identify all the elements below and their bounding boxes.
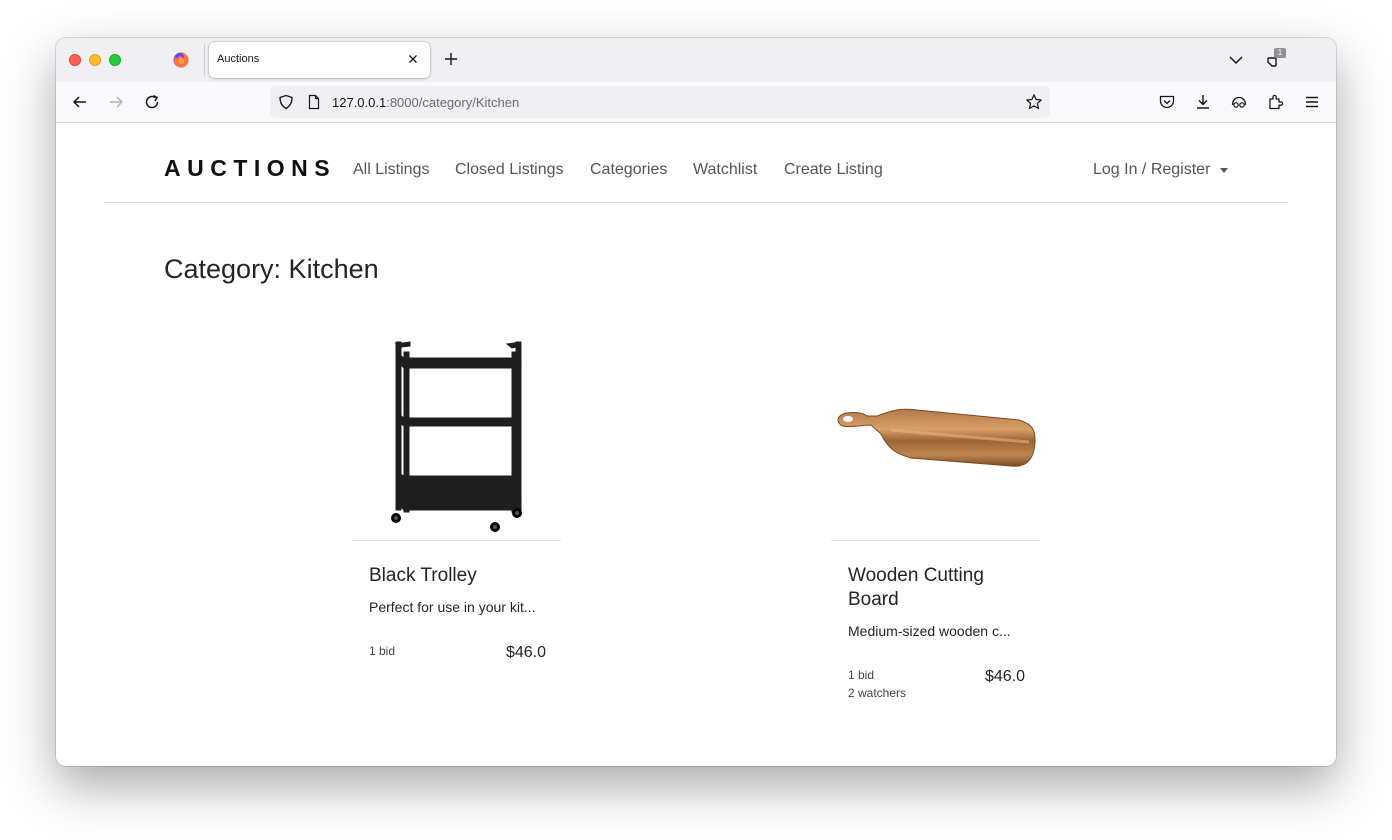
black-trolley-image[interactable] (352, 330, 561, 541)
listing-title[interactable]: Wooden Cutting Board (848, 564, 1028, 612)
wooden-cutting-board-image[interactable] (831, 330, 1040, 541)
close-tab-icon[interactable] (405, 51, 421, 67)
tab-title: Auctions (217, 53, 260, 65)
page-content: AUCTIONS All Listings Closed Listings Ca… (56, 123, 1336, 766)
star-icon[interactable] (1025, 93, 1043, 111)
login-register-dropdown[interactable]: Log In / Register (1093, 161, 1210, 179)
tab-separator (204, 44, 205, 76)
tab-auctions[interactable]: Auctions (209, 42, 430, 78)
nav-create-listing[interactable]: Create Listing (784, 161, 883, 179)
site-brand[interactable]: AUCTIONS (164, 155, 336, 182)
listing-price: $46.0 (984, 668, 1025, 685)
new-tab-icon[interactable] (442, 50, 460, 68)
extensions-icon[interactable] (1267, 93, 1285, 111)
page-icon[interactable] (306, 94, 322, 110)
chevron-down-icon[interactable] (1226, 50, 1246, 70)
back-arrow-icon[interactable] (71, 93, 89, 111)
listing-watcher-count: 2 watchers (848, 686, 907, 700)
tab-count-badge: 1 (1274, 48, 1286, 58)
pocket-icon[interactable] (1158, 93, 1176, 111)
menu-icon[interactable] (1303, 93, 1321, 111)
listing-description: Medium-sized wooden c... (848, 623, 1011, 639)
listing-bid-count: 1 bid (848, 668, 875, 682)
minimize-window-button[interactable] (89, 54, 101, 66)
nav-categories[interactable]: Categories (590, 161, 667, 179)
account-sync-icon[interactable] (1230, 93, 1248, 111)
caret-down-icon[interactable] (1220, 168, 1228, 173)
address-bar[interactable]: 127.0.0.1:8000/category/Kitchen (270, 86, 1050, 118)
nav-toolbar: 127.0.0.1:8000/category/Kitchen (56, 82, 1336, 123)
zoom-window-button[interactable] (109, 54, 121, 66)
nav-all-listings[interactable]: All Listings (353, 161, 429, 179)
browser-window: Auctions 1 127.0.0.1:8000/category/Kitch… (56, 38, 1336, 766)
url-text[interactable]: 127.0.0.1:8000/category/Kitchen (332, 95, 519, 110)
firefox-icon[interactable] (173, 52, 189, 68)
download-icon[interactable] (1194, 93, 1212, 111)
listing-description: Perfect for use in your kit... (369, 599, 536, 615)
listing-price: $46.0 (505, 644, 546, 661)
page-title: Category: Kitchen (164, 254, 379, 284)
forward-arrow-icon[interactable] (107, 93, 125, 111)
card-divider (831, 540, 1040, 541)
close-window-button[interactable] (69, 54, 81, 66)
card-divider (352, 540, 561, 541)
tab-strip: Auctions 1 (56, 38, 1336, 82)
nav-divider (104, 202, 1288, 203)
listing-bid-count: 1 bid (369, 644, 396, 658)
shield-icon[interactable] (278, 94, 294, 110)
nav-watchlist[interactable]: Watchlist (693, 161, 757, 179)
reload-icon[interactable] (143, 93, 161, 111)
nav-closed-listings[interactable]: Closed Listings (455, 161, 564, 179)
listing-title[interactable]: Black Trolley (369, 564, 549, 588)
